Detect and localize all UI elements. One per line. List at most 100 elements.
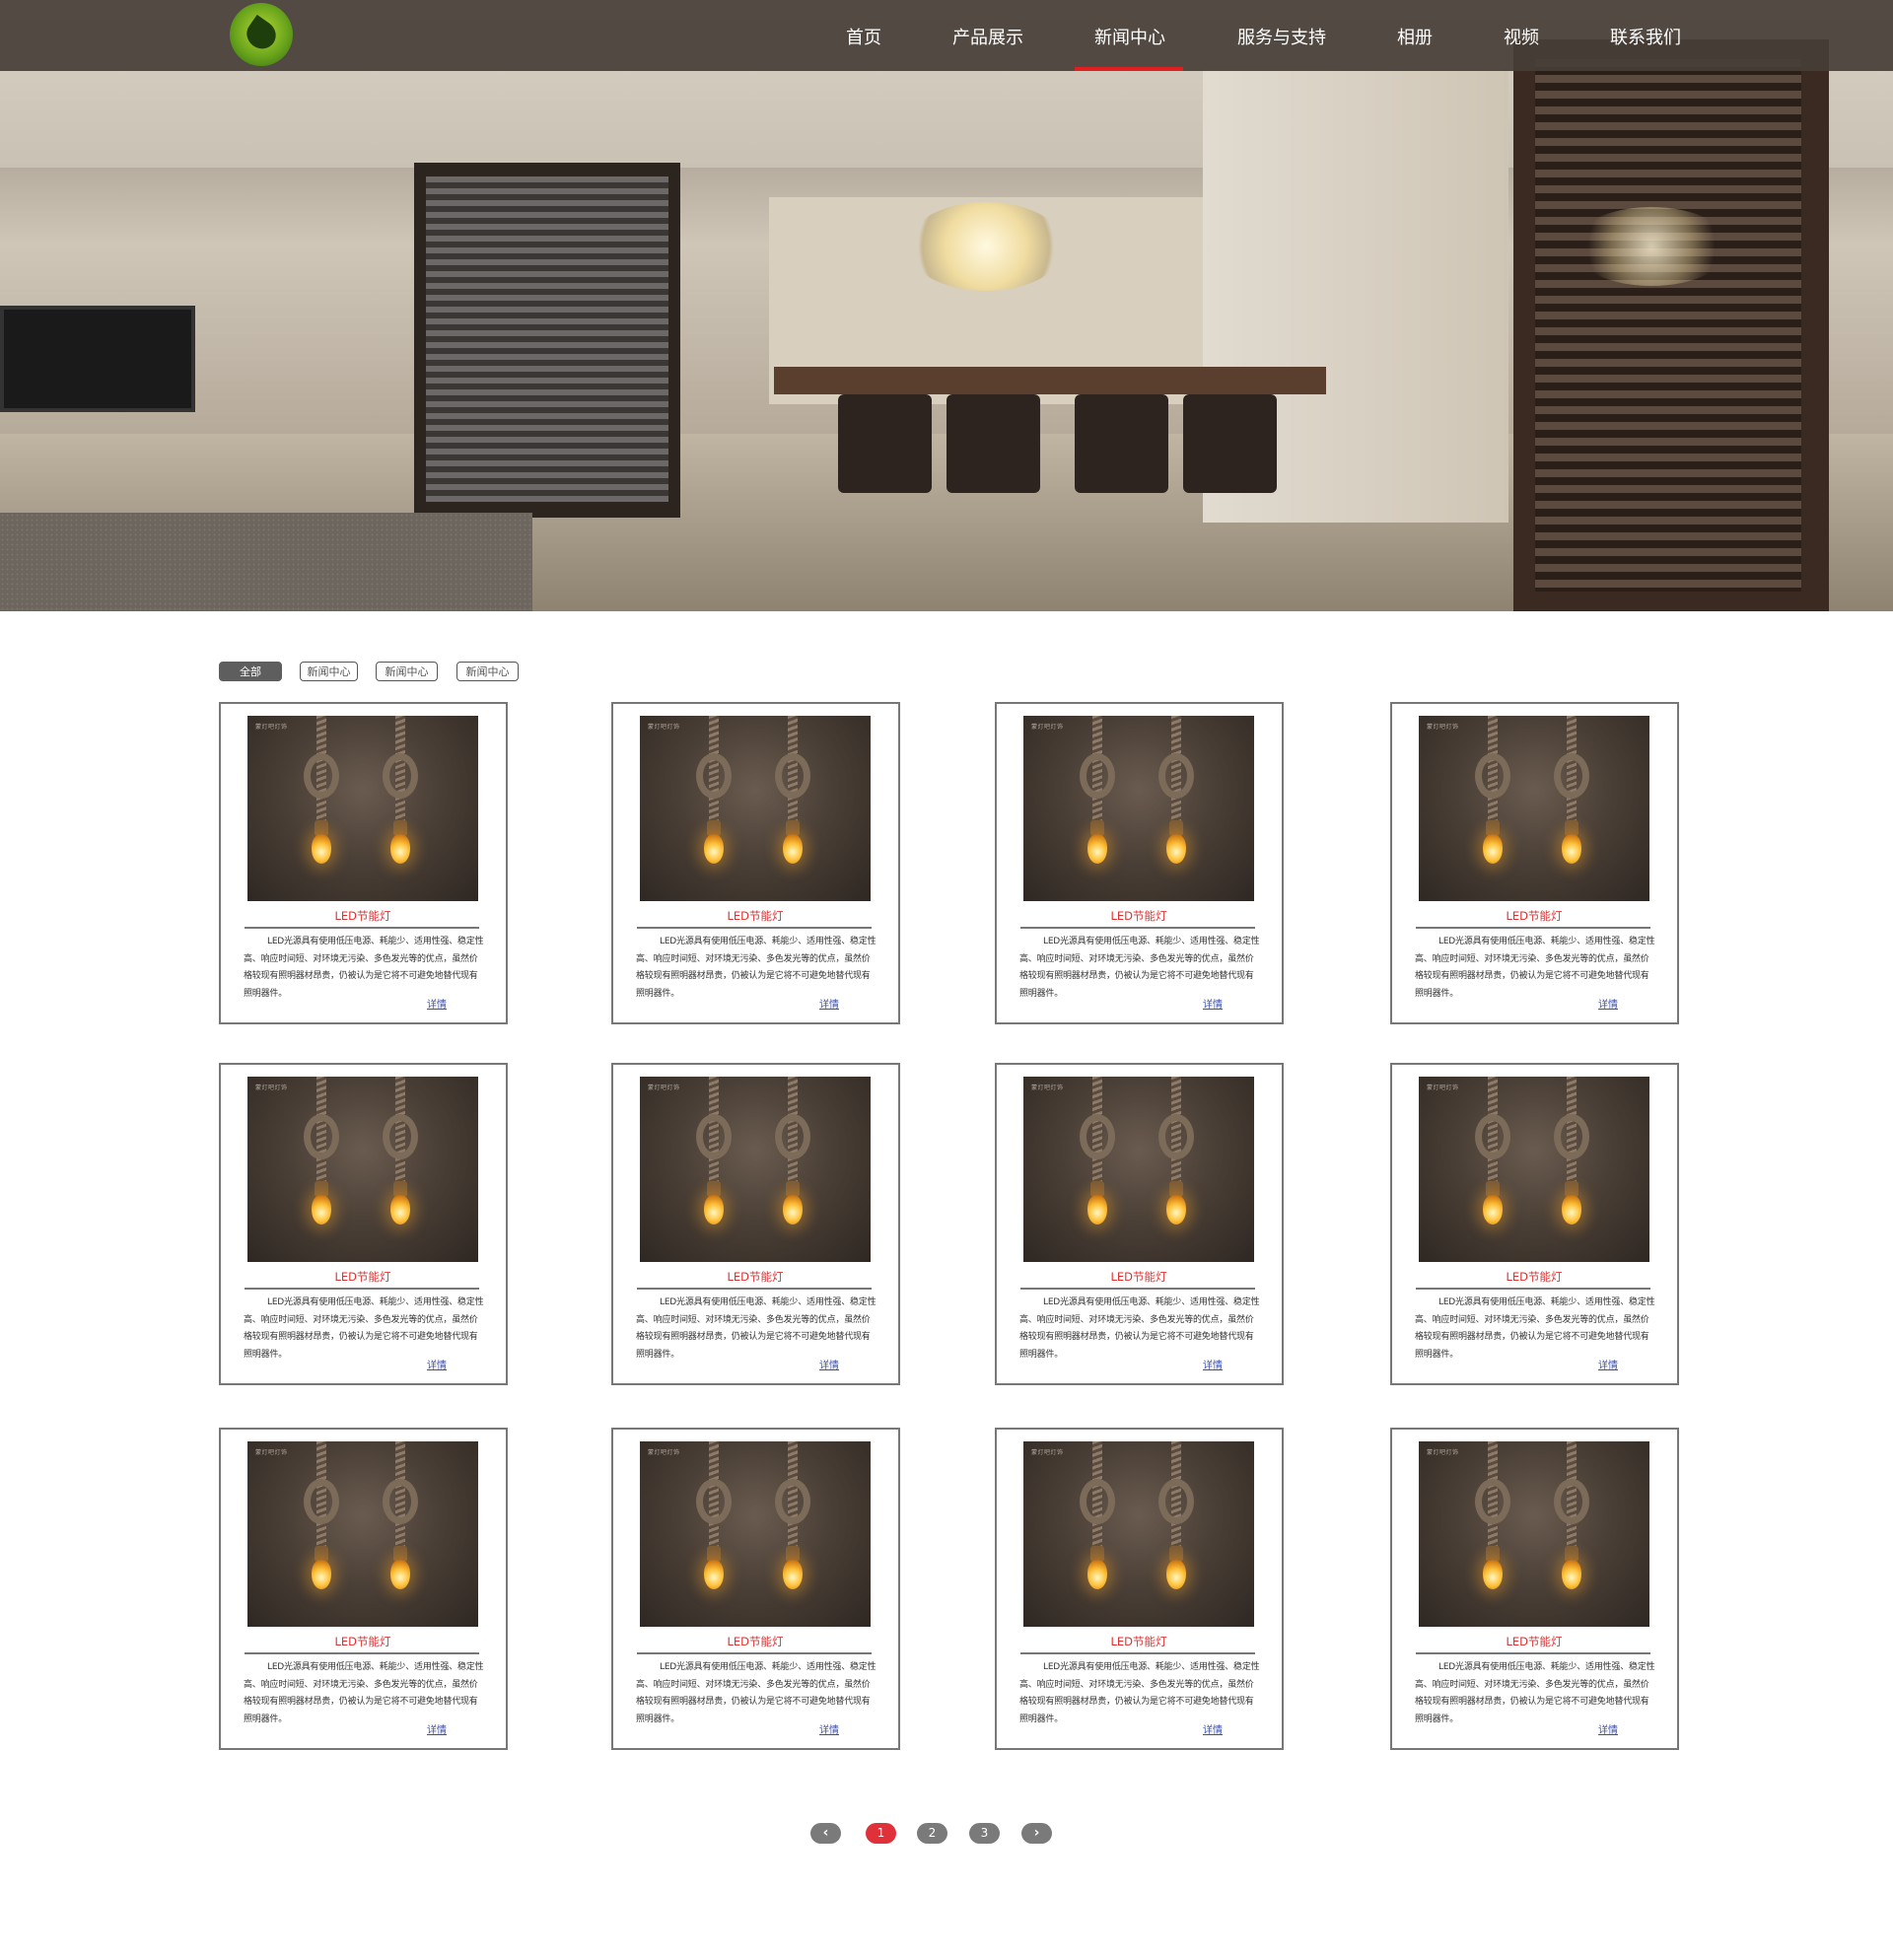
- card-divider: [1416, 1288, 1650, 1290]
- product-image[interactable]: 蒙灯吧灯饰: [247, 1077, 478, 1262]
- image-brand-text: 蒙灯吧灯饰: [1427, 724, 1459, 731]
- product-card[interactable]: 蒙灯吧灯饰 LED节能灯 LED光源具有使用低压电源、耗能少、适用性强、稳定性高、响…: [219, 1428, 508, 1750]
- product-title[interactable]: LED节能灯: [613, 1634, 897, 1649]
- prev-page-button[interactable]: ‹: [810, 1823, 841, 1844]
- bulb-icon: [783, 1195, 803, 1225]
- filter-tab-all[interactable]: 全部: [219, 662, 282, 681]
- product-card[interactable]: 蒙灯吧灯饰 LED节能灯 LED光源具有使用低压电源、耗能少、适用性强、稳定性高、响…: [1390, 1428, 1679, 1750]
- product-title[interactable]: LED节能灯: [613, 1269, 897, 1285]
- details-link[interactable]: 详情: [819, 1357, 839, 1371]
- rope-knot: [304, 1479, 339, 1524]
- product-card[interactable]: 蒙灯吧灯饰 LED节能灯 LED光源具有使用低压电源、耗能少、适用性强、稳定性高、响…: [1390, 1063, 1679, 1385]
- product-title[interactable]: LED节能灯: [613, 908, 897, 924]
- product-card[interactable]: 蒙灯吧灯饰 LED节能灯 LED光源具有使用低压电源、耗能少、适用性强、稳定性高、响…: [219, 702, 508, 1024]
- product-card[interactable]: 蒙灯吧灯饰 LED节能灯 LED光源具有使用低压电源、耗能少、适用性强、稳定性高、响…: [611, 1428, 900, 1750]
- image-brand-text: 蒙灯吧灯饰: [1427, 1085, 1459, 1091]
- product-description: LED光源具有使用低压电源、耗能少、适用性强、稳定性高、响应时间短、对环境无污染…: [1019, 1662, 1260, 1724]
- details-link[interactable]: 详情: [1203, 1357, 1223, 1371]
- details-link[interactable]: 详情: [1598, 1357, 1618, 1371]
- product-title[interactable]: LED节能灯: [997, 1634, 1281, 1649]
- rope-knot: [1080, 1479, 1115, 1524]
- product-title[interactable]: LED节能灯: [1392, 1634, 1676, 1649]
- nav-item-video[interactable]: 视频: [1504, 24, 1539, 49]
- rope-knot: [1554, 1479, 1589, 1524]
- product-title[interactable]: LED节能灯: [221, 1269, 505, 1285]
- hero-chair: [946, 394, 1040, 493]
- nav-item-album[interactable]: 相册: [1397, 24, 1433, 49]
- details-link[interactable]: 详情: [427, 1357, 447, 1371]
- product-title[interactable]: LED节能灯: [221, 908, 505, 924]
- card-divider: [637, 927, 872, 929]
- product-image[interactable]: 蒙灯吧灯饰: [640, 716, 871, 901]
- product-title[interactable]: LED节能灯: [1392, 1269, 1676, 1285]
- product-image[interactable]: 蒙灯吧灯饰: [640, 1441, 871, 1627]
- nav-item-products[interactable]: 产品展示: [952, 24, 1023, 49]
- product-title[interactable]: LED节能灯: [997, 908, 1281, 924]
- product-title[interactable]: LED节能灯: [221, 1634, 505, 1649]
- image-brand-text: 蒙灯吧灯饰: [648, 724, 680, 731]
- rope-knot: [1158, 1114, 1194, 1159]
- product-card[interactable]: 蒙灯吧灯饰 LED节能灯 LED光源具有使用低压电源、耗能少、适用性强、稳定性高、响…: [995, 1428, 1284, 1750]
- image-brand-text: 蒙灯吧灯饰: [1031, 1085, 1064, 1091]
- hero-sofa: [0, 513, 532, 611]
- product-image[interactable]: 蒙灯吧灯饰: [247, 1441, 478, 1627]
- product-card[interactable]: 蒙灯吧灯饰 LED节能灯 LED光源具有使用低压电源、耗能少、适用性强、稳定性高、响…: [611, 1063, 900, 1385]
- bulb-icon: [1562, 1560, 1581, 1589]
- details-link[interactable]: 详情: [427, 1721, 447, 1736]
- rope-knot: [304, 1114, 339, 1159]
- bulb-icon: [783, 1560, 803, 1589]
- bulb-icon: [312, 1560, 331, 1589]
- page-button-1[interactable]: 1: [866, 1823, 896, 1844]
- product-image[interactable]: 蒙灯吧灯饰: [1419, 1441, 1649, 1627]
- product-title[interactable]: LED节能灯: [997, 1269, 1281, 1285]
- product-card[interactable]: 蒙灯吧灯饰 LED节能灯 LED光源具有使用低压电源、耗能少、适用性强、稳定性高、响…: [219, 1063, 508, 1385]
- bulb-icon: [1166, 1195, 1186, 1225]
- details-link[interactable]: 详情: [427, 996, 447, 1011]
- product-image[interactable]: 蒙灯吧灯饰: [1023, 1441, 1254, 1627]
- bulb-icon: [1087, 834, 1107, 864]
- bulb-icon: [783, 834, 803, 864]
- card-divider: [245, 1652, 479, 1654]
- nav-item-home[interactable]: 首页: [846, 24, 881, 49]
- details-link[interactable]: 详情: [1598, 1721, 1618, 1736]
- nav-item-contact[interactable]: 联系我们: [1610, 24, 1681, 49]
- product-title[interactable]: LED节能灯: [1392, 908, 1676, 924]
- image-brand-text: 蒙灯吧灯饰: [255, 1449, 288, 1456]
- product-image[interactable]: 蒙灯吧灯饰: [1023, 716, 1254, 901]
- hero-sliding-door: [1513, 39, 1829, 611]
- next-page-button[interactable]: ›: [1021, 1823, 1052, 1844]
- details-link[interactable]: 详情: [1203, 996, 1223, 1011]
- details-link[interactable]: 详情: [1598, 996, 1618, 1011]
- product-description: LED光源具有使用低压电源、耗能少、适用性强、稳定性高、响应时间短、对环境无污染…: [244, 1297, 484, 1360]
- bulb-icon: [704, 1560, 724, 1589]
- hero-lamp-reflection: [1573, 207, 1730, 286]
- product-card[interactable]: 蒙灯吧灯饰 LED节能灯 LED光源具有使用低压电源、耗能少、适用性强、稳定性高、响…: [995, 702, 1284, 1024]
- filter-tab-news[interactable]: 新闻中心: [376, 662, 438, 681]
- nav-active-indicator: [1075, 67, 1183, 71]
- product-description: LED光源具有使用低压电源、耗能少、适用性强、稳定性高、响应时间短、对环境无污染…: [1415, 1662, 1655, 1724]
- details-link[interactable]: 详情: [819, 996, 839, 1011]
- filter-tab-news[interactable]: 新闻中心: [456, 662, 519, 681]
- product-image[interactable]: 蒙灯吧灯饰: [1419, 716, 1649, 901]
- rope-knot: [383, 1114, 418, 1159]
- product-image[interactable]: 蒙灯吧灯饰: [640, 1077, 871, 1262]
- filter-tab-news[interactable]: 新闻中心: [300, 662, 358, 681]
- page-button-3[interactable]: 3: [969, 1823, 1000, 1844]
- hero-tv: [0, 306, 195, 412]
- product-card[interactable]: 蒙灯吧灯饰 LED节能灯 LED光源具有使用低压电源、耗能少、适用性强、稳定性高、响…: [611, 702, 900, 1024]
- product-card[interactable]: 蒙灯吧灯饰 LED节能灯 LED光源具有使用低压电源、耗能少、适用性强、稳定性高、响…: [995, 1063, 1284, 1385]
- product-image[interactable]: 蒙灯吧灯饰: [247, 716, 478, 901]
- image-brand-text: 蒙灯吧灯饰: [648, 1085, 680, 1091]
- details-link[interactable]: 详情: [1203, 1721, 1223, 1736]
- details-link[interactable]: 详情: [819, 1721, 839, 1736]
- product-card[interactable]: 蒙灯吧灯饰 LED节能灯 LED光源具有使用低压电源、耗能少、适用性强、稳定性高、响…: [1390, 702, 1679, 1024]
- nav-item-service[interactable]: 服务与支持: [1237, 24, 1326, 49]
- product-image[interactable]: 蒙灯吧灯饰: [1023, 1077, 1254, 1262]
- card-divider: [1020, 1288, 1255, 1290]
- nav-item-news[interactable]: 新闻中心: [1094, 24, 1165, 49]
- product-image[interactable]: 蒙灯吧灯饰: [1419, 1077, 1649, 1262]
- page-button-2[interactable]: 2: [917, 1823, 947, 1844]
- rope-knot: [1554, 1114, 1589, 1159]
- bulb-icon: [704, 834, 724, 864]
- card-divider: [637, 1288, 872, 1290]
